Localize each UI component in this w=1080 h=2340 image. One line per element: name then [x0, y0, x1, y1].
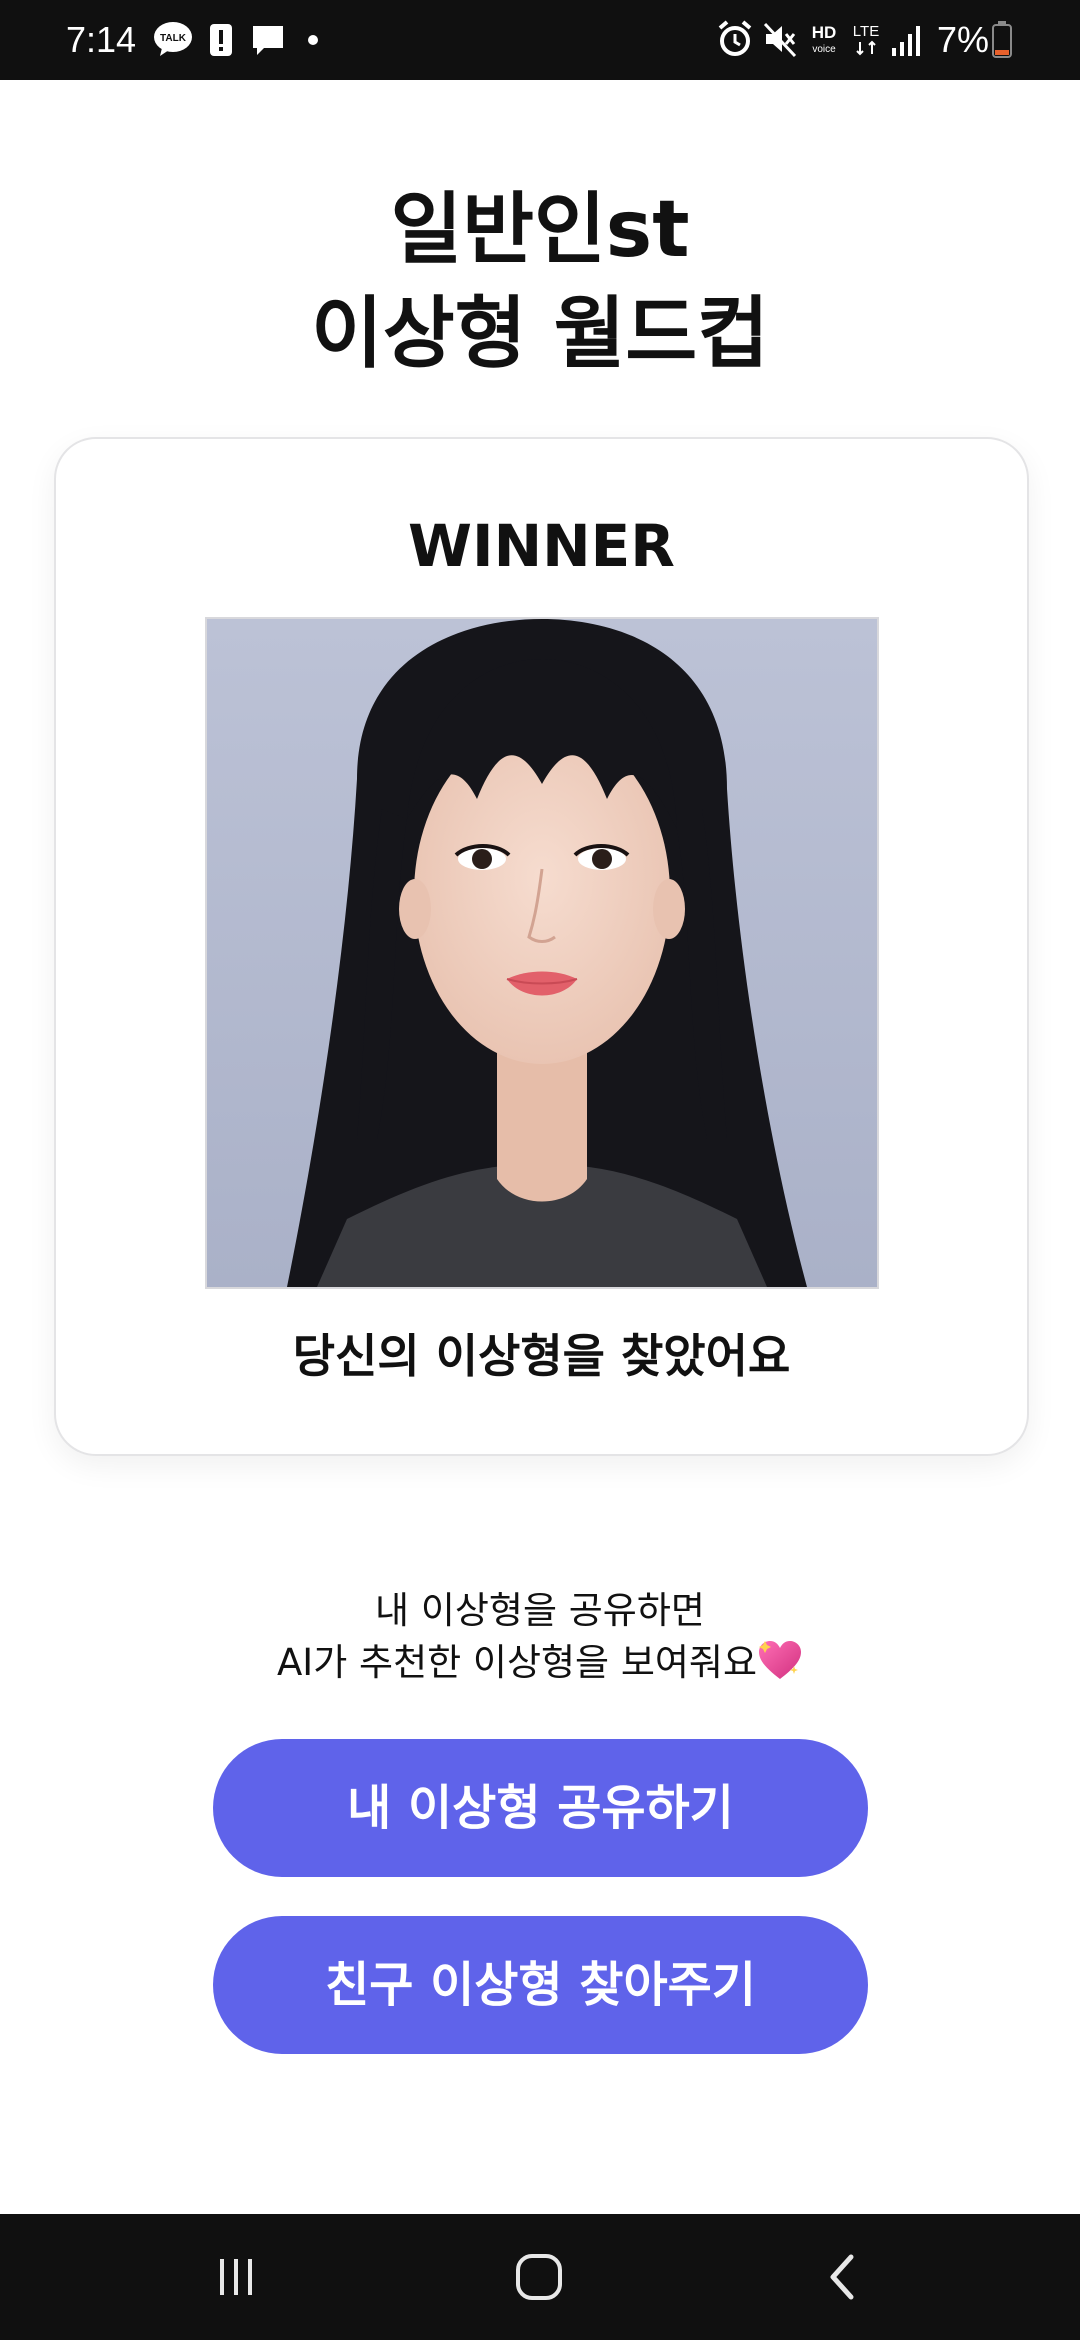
- battery-percent: 7%: [937, 19, 990, 60]
- alert-icon: [210, 24, 232, 56]
- nav-home-button[interactable]: [494, 2242, 584, 2312]
- page-title-line1: 일반인st: [390, 185, 690, 275]
- signal-icon: [892, 26, 920, 56]
- status-time: 7:14: [66, 19, 137, 60]
- lte-icon: LTE: [853, 23, 879, 56]
- dot-icon: [308, 35, 318, 45]
- winner-caption: 당신의 이상형을 찾았어요: [292, 1329, 791, 1383]
- page-title: 일반인st 이상형 월드컵: [0, 178, 1080, 386]
- winner-card: WINNER 당신의 이상형을 찾았어요: [54, 437, 1029, 1456]
- nav-recents-button[interactable]: [191, 2242, 281, 2312]
- recents-icon: [220, 2259, 252, 2295]
- share-line1: 내 이상형을 공유하면: [375, 1589, 705, 1632]
- kakaotalk-icon: TALK: [154, 22, 192, 56]
- home-icon: [516, 2254, 562, 2300]
- svg-text:voice: voice: [812, 44, 836, 55]
- winner-photo: [205, 617, 879, 1289]
- hd-voice-icon: HD voice: [812, 23, 837, 55]
- navigation-bar: [0, 2214, 1080, 2340]
- battery-icon: [992, 21, 1012, 58]
- share-description: 내 이상형을 공유하면 AI가 추천한 이상형을 보여줘요: [0, 1585, 1080, 1689]
- svg-text:TALK: TALK: [160, 33, 187, 44]
- nav-back-button[interactable]: [798, 2242, 888, 2312]
- find-friend-ideal-button[interactable]: 친구 이상형 찾아주기: [213, 1916, 868, 2054]
- svg-text:LTE: LTE: [853, 23, 879, 40]
- back-icon: [830, 2254, 854, 2300]
- share-my-ideal-button[interactable]: 내 이상형 공유하기: [213, 1739, 868, 1877]
- winner-heading: WINNER: [408, 512, 675, 580]
- page-title-line2: 이상형 월드컵: [311, 289, 769, 379]
- share-line2: AI가 추천한 이상형을 보여줘요: [277, 1641, 757, 1684]
- alarm-icon: [718, 20, 752, 56]
- message-icon: [253, 26, 283, 55]
- portrait-image: [207, 619, 877, 1287]
- mute-icon: [763, 22, 797, 58]
- sparkling-heart-icon: [759, 1641, 801, 1679]
- svg-text:HD: HD: [812, 23, 837, 42]
- share-line2-row: AI가 추천한 이상형을 보여줘요: [0, 1637, 1080, 1689]
- status-bar: 7:14 TALK HD voice LTE 7%: [0, 0, 1080, 80]
